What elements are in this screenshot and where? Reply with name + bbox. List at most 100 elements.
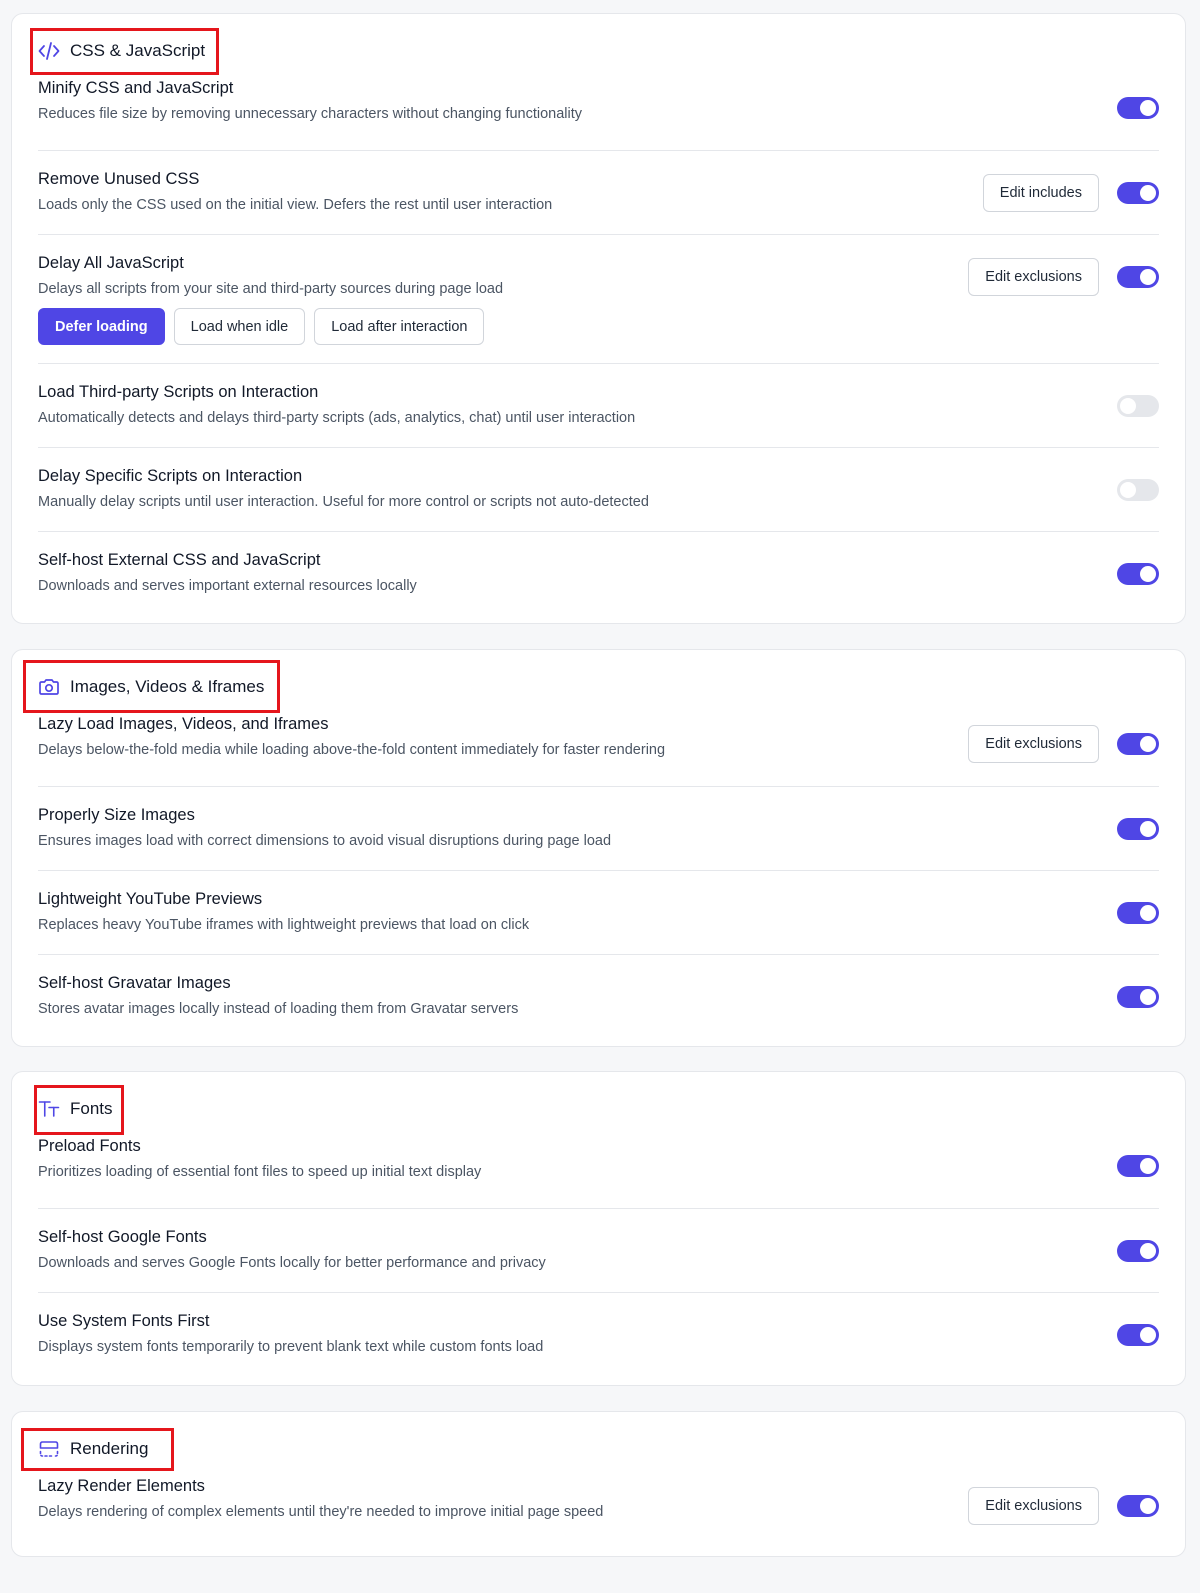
third-party-scripts-toggle[interactable] <box>1117 394 1159 417</box>
edit-exclusions-button[interactable]: Edit exclusions <box>968 1487 1099 1525</box>
setting-description: Ensures images load with correct dimensi… <box>38 833 612 849</box>
text-size-icon <box>38 1099 60 1119</box>
toggle-knob <box>1140 1158 1156 1174</box>
toggle-knob <box>1120 481 1136 498</box>
toggle-knob <box>1140 1326 1156 1343</box>
toggle-knob <box>1140 184 1156 201</box>
section-header: Fonts <box>12 1094 1185 1124</box>
setting-label: Lightweight YouTube Previews <box>38 890 263 908</box>
setting-controls <box>1117 817 1159 840</box>
setting-controls: Edit exclusions <box>968 258 1159 296</box>
toggle-knob <box>1140 1242 1156 1259</box>
toggle-knob <box>1140 988 1156 1005</box>
gravatar-toggle[interactable] <box>1117 985 1159 1008</box>
section-images-videos-iframes: Images, Videos & Iframes Lazy Load Image… <box>11 649 1186 1047</box>
load-when-idle-option[interactable]: Load when idle <box>173 308 306 345</box>
setting-label: Minify CSS and JavaScript <box>38 79 234 97</box>
setting-description: Manually delay scripts until user intera… <box>38 494 649 510</box>
setting-description: Downloads and serves Google Fonts locall… <box>38 1255 546 1271</box>
setting-controls <box>1117 97 1159 119</box>
section-header: Rendering <box>12 1434 1185 1464</box>
setting-row-third-party-scripts: Load Third-party Scripts on Interaction … <box>38 363 1159 447</box>
section-header: CSS & JavaScript <box>12 36 1185 66</box>
setting-controls: Edit exclusions <box>968 1487 1159 1525</box>
setting-description: Displays system fonts temporarily to pre… <box>38 1339 544 1355</box>
setting-description: Reduces file size by removing unnecessar… <box>38 106 583 122</box>
setting-label: Delay Specific Scripts on Interaction <box>38 467 303 485</box>
setting-description: Automatically detects and delays third-p… <box>38 410 636 426</box>
defer-loading-option[interactable]: Defer loading <box>38 308 165 345</box>
setting-controls <box>1117 478 1159 501</box>
camera-icon <box>38 677 60 697</box>
setting-label: Use System Fonts First <box>38 1312 210 1330</box>
setting-label: Preload Fonts <box>38 1137 141 1155</box>
toggle-knob <box>1120 397 1136 414</box>
setting-controls <box>1117 1155 1159 1177</box>
toggle-knob <box>1140 565 1156 582</box>
youtube-previews-toggle[interactable] <box>1117 901 1159 924</box>
setting-controls <box>1117 394 1159 417</box>
setting-description: Downloads and serves important external … <box>38 578 417 594</box>
delay-all-js-toggle[interactable] <box>1117 266 1159 288</box>
edit-exclusions-button[interactable]: Edit exclusions <box>968 725 1099 763</box>
lazy-load-media-toggle[interactable] <box>1117 733 1159 755</box>
setting-controls: Edit exclusions <box>968 725 1159 763</box>
setting-controls <box>1117 985 1159 1008</box>
toggle-knob <box>1140 269 1156 285</box>
section-title: Fonts <box>70 1099 113 1118</box>
setting-row-delay-all-js: Delay All JavaScript Delays all scripts … <box>38 234 1159 363</box>
section-title: Rendering <box>70 1439 149 1458</box>
setting-controls <box>1117 901 1159 924</box>
setting-label: Load Third-party Scripts on Interaction <box>38 383 319 401</box>
delay-mode-options: Defer loading Load when idle Load after … <box>38 308 1159 345</box>
load-after-interaction-option[interactable]: Load after interaction <box>314 308 485 345</box>
system-fonts-first-toggle[interactable] <box>1117 1323 1159 1346</box>
section-fonts: Fonts Preload Fonts Prioritizes loading … <box>11 1071 1186 1386</box>
minify-toggle[interactable] <box>1117 97 1159 119</box>
setting-row-system-fonts-first: Use System Fonts First Displays system f… <box>38 1292 1159 1376</box>
preload-fonts-toggle[interactable] <box>1117 1155 1159 1177</box>
code-icon <box>38 41 60 61</box>
setting-controls: Edit includes <box>982 173 1159 212</box>
section-header: Images, Videos & Iframes <box>12 672 1185 702</box>
setting-controls <box>1117 562 1159 585</box>
remove-unused-css-toggle[interactable] <box>1117 181 1159 204</box>
toggle-knob <box>1140 820 1156 837</box>
setting-row-properly-size-images: Properly Size Images Ensures images load… <box>38 786 1159 870</box>
setting-row-self-host-google-fonts: Self-host Google Fonts Downloads and ser… <box>38 1208 1159 1292</box>
edit-includes-button[interactable]: Edit includes <box>982 173 1099 212</box>
toggle-knob <box>1140 1498 1156 1514</box>
section-rendering: Rendering Lazy Render Elements Delays re… <box>11 1411 1186 1557</box>
edit-exclusions-button[interactable]: Edit exclusions <box>968 258 1099 296</box>
setting-row-youtube-previews: Lightweight YouTube Previews Replaces he… <box>38 870 1159 954</box>
setting-label: Self-host Google Fonts <box>38 1228 207 1246</box>
layout-render-icon <box>38 1439 60 1459</box>
self-host-google-fonts-toggle[interactable] <box>1117 1239 1159 1262</box>
setting-label: Properly Size Images <box>38 806 195 824</box>
setting-description: Prioritizes loading of essential font fi… <box>38 1164 482 1180</box>
section-css-javascript: CSS & JavaScript Minify CSS and JavaScri… <box>11 13 1186 624</box>
self-host-external-toggle[interactable] <box>1117 562 1159 585</box>
setting-row-minify: Minify CSS and JavaScript Reduces file s… <box>38 66 1159 150</box>
setting-row-self-host-external: Self-host External CSS and JavaScript Do… <box>38 531 1159 615</box>
setting-row-gravatar: Self-host Gravatar Images Stores avatar … <box>38 954 1159 1038</box>
setting-controls <box>1117 1239 1159 1262</box>
properly-size-images-toggle[interactable] <box>1117 817 1159 840</box>
setting-row-delay-specific-scripts: Delay Specific Scripts on Interaction Ma… <box>38 447 1159 531</box>
section-title: Images, Videos & Iframes <box>70 677 265 696</box>
setting-controls <box>1117 1323 1159 1346</box>
setting-row-preload-fonts: Preload Fonts Prioritizes loading of ess… <box>38 1124 1159 1208</box>
toggle-knob <box>1140 736 1156 752</box>
setting-label: Self-host External CSS and JavaScript <box>38 551 321 569</box>
section-title: CSS & JavaScript <box>70 41 206 60</box>
setting-description: Replaces heavy YouTube iframes with ligh… <box>38 917 530 933</box>
setting-row-remove-unused-css: Remove Unused CSS Loads only the CSS use… <box>38 150 1159 234</box>
setting-description: Stores avatar images locally instead of … <box>38 1001 519 1017</box>
delay-specific-scripts-toggle[interactable] <box>1117 478 1159 501</box>
toggle-knob <box>1140 100 1156 116</box>
toggle-knob <box>1140 904 1156 921</box>
lazy-render-toggle[interactable] <box>1117 1495 1159 1517</box>
setting-row-lazy-load-media: Lazy Load Images, Videos, and Iframes De… <box>38 702 1159 786</box>
setting-row-lazy-render: Lazy Render Elements Delays rendering of… <box>38 1464 1159 1548</box>
setting-label: Self-host Gravatar Images <box>38 974 231 992</box>
